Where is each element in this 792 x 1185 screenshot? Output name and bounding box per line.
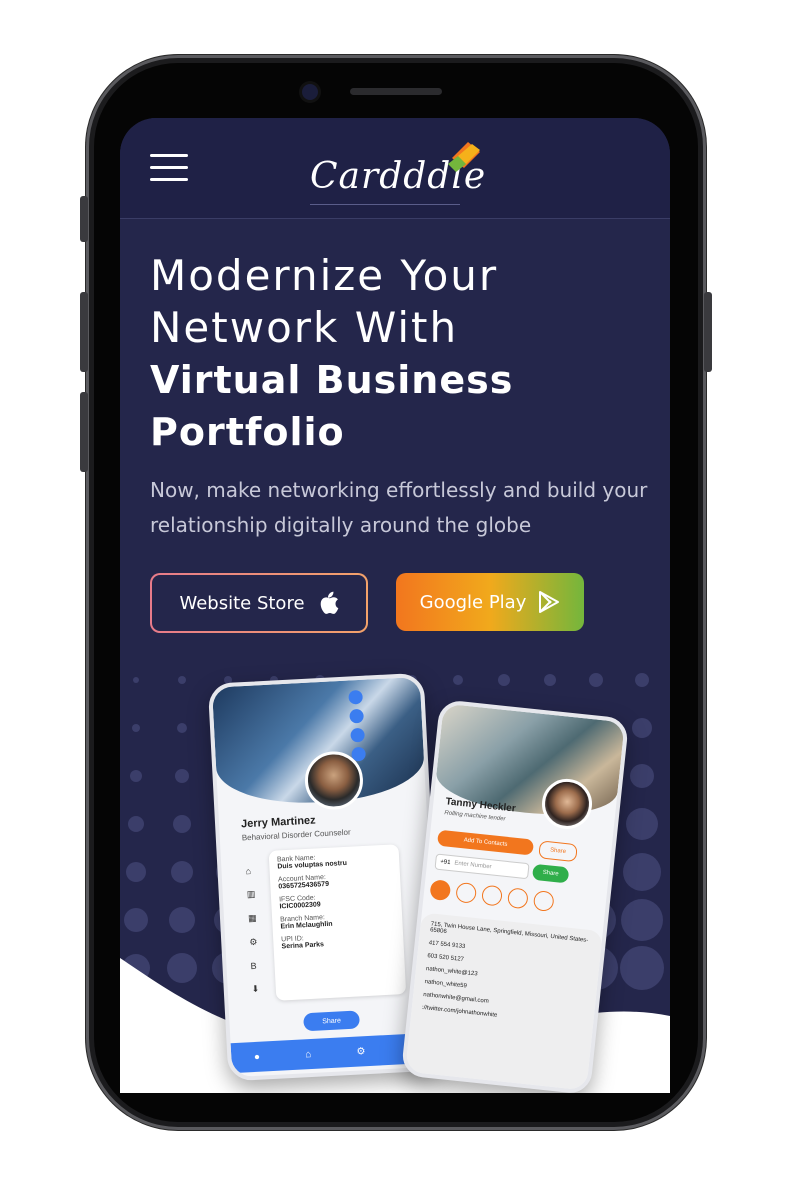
share-outline-button[interactable]: Share (538, 840, 578, 863)
country-code: +91 (439, 859, 451, 867)
settings-icon[interactable]: ⚙ (249, 937, 258, 948)
bank-details-card: Bank Name: Duis voluptas nostru Account … (268, 844, 407, 1001)
phone-icon[interactable] (350, 727, 365, 743)
whatsapp-share-button[interactable]: Share (531, 863, 570, 884)
hamburger-menu-icon[interactable] (150, 154, 188, 182)
location-icon[interactable] (349, 708, 364, 724)
power-button (704, 292, 712, 372)
hero-line-2: Network With (150, 303, 459, 352)
website-store-label: Website Store (179, 592, 305, 614)
phone-input[interactable]: +91 Enter Number (434, 853, 530, 880)
info-icon[interactable] (429, 879, 452, 902)
b-icon[interactable]: B (250, 961, 259, 971)
silent-switch (80, 392, 88, 472)
volume-up-button (80, 196, 88, 242)
add-to-contacts-label: Add To Contacts (463, 837, 508, 848)
hero-line-1: Modernize Your (150, 251, 499, 300)
contact-details-card: 715, Twin House Lane, Springfield, Misso… (405, 912, 603, 1091)
bank-icon[interactable] (481, 884, 504, 907)
hero-subtitle: Now, make networking effortlessly and bu… (150, 478, 648, 537)
hero-heading: Modernize Your Network With Virtual Busi… (150, 250, 650, 458)
brand-logo[interactable]: Cardddle (310, 132, 490, 208)
settings-tab-icon[interactable]: ⚙ (356, 1046, 366, 1057)
google-play-label: Google Play (419, 591, 527, 613)
b-icon[interactable] (455, 881, 478, 904)
google-play-button[interactable]: Google Play (396, 573, 584, 631)
bank-icon[interactable]: ▥ (247, 889, 256, 900)
profile-name: Jerry Martinez (240, 814, 316, 831)
home-tab-icon[interactable]: ⌂ (305, 1049, 312, 1060)
website-icon[interactable] (351, 746, 366, 762)
apple-icon (320, 591, 338, 614)
add-to-contacts-button[interactable]: Add To Contacts (436, 829, 535, 856)
snowflake-icon[interactable] (506, 887, 529, 910)
share-button[interactable]: Share (303, 1010, 360, 1032)
phone-placeholder: Enter Number (454, 860, 492, 871)
top-navbar: Cardddle (120, 118, 670, 219)
hero-line-4: Portfolio (150, 410, 345, 454)
share-outline-label: Share (549, 847, 567, 856)
qr-icon[interactable]: ▦ (248, 913, 257, 924)
hero-line-3: Virtual Business (150, 358, 514, 402)
profile-title: Behavioral Disorder Counselor (241, 827, 351, 843)
mockup-phone-right: Tanmy Heckler Rolling machine tender Add… (400, 699, 630, 1093)
speaker-grille (350, 88, 442, 95)
user-icon[interactable]: ● (254, 1051, 261, 1062)
logo-underline (310, 204, 460, 205)
share-label: Share (322, 1016, 342, 1025)
whatsapp-icon[interactable] (348, 689, 363, 705)
home-icon[interactable]: ⌂ (245, 866, 254, 876)
download-icon[interactable]: ⬇ (252, 984, 261, 995)
camera-icon (302, 84, 318, 100)
screen: Cardddle Modernize Your Network With Vir… (120, 118, 670, 1093)
whatsapp-share-label: Share (542, 869, 559, 878)
download-icon[interactable] (532, 890, 555, 913)
play-store-icon (539, 591, 560, 613)
website-store-button[interactable]: Website Store (150, 573, 368, 633)
volume-down-button (80, 292, 88, 372)
logo-card-icon (448, 142, 480, 172)
